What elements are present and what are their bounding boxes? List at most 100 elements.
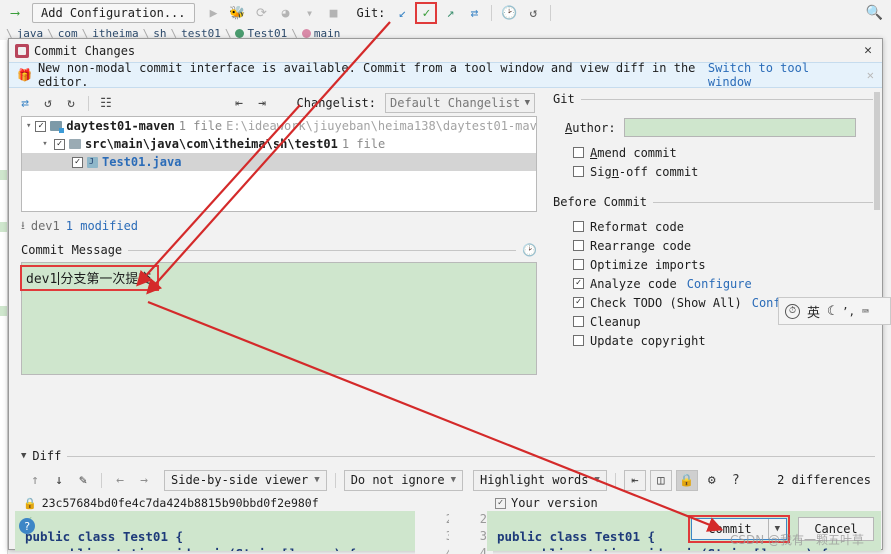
reformat-code-option[interactable]: Reformat code [573,217,883,236]
changelist-value: Default Changelist [390,96,525,110]
update-copyright-option[interactable]: Update copyright [573,331,883,350]
toolbar-divider [335,473,336,488]
ime-mode-label[interactable]: 英 [807,302,820,321]
chevron-down-icon[interactable]: ▼ [299,2,321,24]
table-row[interactable]: ▾ ✓ daytest01-maven 1 file E:\ideawork\j… [22,117,536,135]
table-row[interactable]: ✓ Test01.java [22,153,536,171]
viewer-mode-dropdown[interactable]: Side-by-side viewer ▼ [164,470,327,491]
ignore-mode-value: Do not ignore [351,473,445,487]
collapse-all-icon[interactable]: ⇥ [252,93,272,113]
show-diff-icon[interactable]: ⇄ [15,93,35,113]
switch-to-tool-window-link[interactable]: Switch to tool window [708,61,849,89]
modified-count: 1 modified [66,219,138,233]
rearrange-code-option[interactable]: Rearrange code [573,236,883,255]
signoff-commit-checkbox[interactable] [573,166,584,177]
before-commit-label: Before Commit [553,195,647,209]
amend-commit-option[interactable]: Amend commit [573,143,883,162]
history-clock-icon[interactable]: 🕑 [522,243,537,257]
ignore-mode-dropdown[interactable]: Do not ignore ▼ [344,470,463,491]
lock-icon[interactable]: 🔒 [676,470,698,491]
stop-icon[interactable]: ■ [323,2,345,24]
commit-checkmark-icon[interactable]: ✓ [415,2,437,24]
ime-floating-bar[interactable]: ⏱ 英 ☾ ’, ⌨ [778,297,891,325]
close-icon[interactable]: ✕ [860,43,876,58]
update-project-icon[interactable]: ↙ [391,2,413,24]
collapse-unchanged-icon[interactable]: ⇤ [624,470,646,491]
amend-commit-checkbox[interactable] [573,147,584,158]
arrow-down-icon[interactable]: ↓ [49,470,69,490]
arrow-left-icon[interactable]: ← [110,470,130,490]
toolbar-divider [101,473,102,488]
update-copyright-checkbox[interactable] [573,335,584,346]
compare-icon[interactable]: ◫ [650,470,672,491]
author-field[interactable] [624,118,856,137]
help-icon[interactable]: ? [726,470,746,490]
refresh-icon[interactable]: ↻ [61,93,81,113]
diff-label: Diff [32,449,61,463]
analyze-code-option[interactable]: ✓ Analyze code Configure [573,274,883,293]
ime-logo-icon[interactable]: ⏱ [785,304,800,319]
group-by-icon[interactable]: ☷ [96,93,116,113]
expand-all-icon[interactable]: ⇤ [229,93,249,113]
search-icon[interactable]: 🔍 [866,5,883,21]
differences-count: 2 differences [777,473,871,487]
cleanup-checkbox[interactable] [573,316,584,327]
table-row[interactable]: ▾ ✓ src\main\java\com\itheima\sh\test01 … [22,135,536,153]
analyze-code-configure-link[interactable]: Configure [687,277,752,291]
twisty-icon[interactable]: ▾ [40,139,50,149]
moon-icon[interactable]: ☾ [827,304,835,319]
chevron-down-icon[interactable]: ▼ [21,451,26,461]
rearrange-code-checkbox[interactable] [573,240,584,251]
your-version-checkbox[interactable]: ✓ [495,498,506,509]
changes-tree[interactable]: ▾ ✓ daytest01-maven 1 file E:\ideawork\j… [21,116,537,212]
check-todo-checkbox[interactable]: ✓ [573,297,584,308]
add-configuration-button[interactable]: Add Configuration... [32,3,195,23]
keyboard-icon[interactable]: ⌨ [862,305,869,318]
gear-icon[interactable]: ⚙ [702,470,722,490]
profile-icon[interactable]: ◕ [275,2,297,24]
highlight-mode-dropdown[interactable]: Highlight words ▼ [473,470,607,491]
arrow-up-left-icon[interactable]: ⟶ [4,2,26,24]
diff-toolbar: ↑ ↓ ✎ ← → Side-by-side viewer ▼ Do not i… [15,467,881,493]
close-icon[interactable]: ✕ [867,68,874,82]
gift-icon: 🎁 [17,68,32,82]
signoff-commit-option[interactable]: Sign-off commit [573,162,883,181]
toolbar-divider [88,96,89,111]
run-with-coverage-icon[interactable]: ⟳ [251,2,273,24]
toolbar-divider [491,5,492,21]
arrow-up-icon[interactable]: ↑ [25,470,45,490]
optimize-imports-option[interactable]: Optimize imports [573,255,883,274]
optimize-imports-checkbox[interactable] [573,259,584,270]
push-icon[interactable]: ↗ [439,2,461,24]
toolbar-divider [615,473,616,488]
tree-node-meta: 1 file [179,119,222,133]
rollback-icon[interactable]: ↺ [522,2,544,24]
row-checkbox[interactable]: ✓ [35,121,46,132]
twisty-icon[interactable]: ▾ [26,121,31,131]
shelve-icon[interactable]: ⇄ [463,2,485,24]
row-checkbox[interactable]: ✓ [54,139,65,150]
optimize-imports-label: Optimize imports [590,258,706,272]
git-group-header: Git [545,90,883,108]
analyze-code-checkbox[interactable]: ✓ [573,278,584,289]
debug-icon[interactable]: 🐝 [227,2,249,24]
scrollbar-thumb[interactable] [874,92,880,210]
branch-status-row: ⭳ dev1 1 modified [21,218,537,234]
history-clock-icon[interactable]: 🕑 [498,2,520,24]
notification-banner: 🎁 New non-modal commit interface is avai… [9,62,882,88]
run-icon[interactable]: ▶ [203,2,225,24]
punctuation-icon[interactable]: ’, [842,305,855,318]
reformat-code-checkbox[interactable] [573,221,584,232]
diff-left-revision: 23c57684bd0fe4c7da424b8815b90bbd0f2e980f [42,496,319,510]
author-row: Author: [565,118,883,137]
changelist-dropdown[interactable]: Default Changelist ▼ [385,93,535,113]
pencil-icon[interactable]: ✎ [73,470,93,490]
help-icon[interactable]: ? [19,518,35,534]
commit-message-input[interactable]: dev1分支第一次提交 [21,262,537,375]
row-checkbox[interactable]: ✓ [72,157,83,168]
commit-message-label: Commit Message [21,243,122,257]
commit-changes-icon [15,44,29,58]
tree-node-name: Test01.java [102,155,181,169]
arrow-right-icon[interactable]: → [134,470,154,490]
revert-icon[interactable]: ↺ [38,93,58,113]
